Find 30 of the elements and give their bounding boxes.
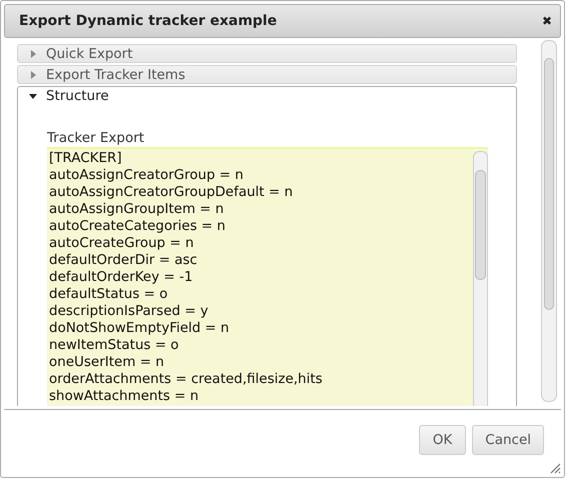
dialog-button[interactable]: Cancel — [472, 425, 544, 455]
text-line: doNotShowEmptyField = n — [49, 320, 230, 337]
text-line: oneUserItem = n — [49, 354, 166, 371]
text-line: orderAttachments = created,filesize,hits — [49, 371, 324, 388]
scrollbar[interactable] — [473, 151, 488, 406]
text-line: newItemStatus = o — [49, 337, 180, 354]
text-line: descriptionIsParsed = y — [49, 303, 210, 320]
accordion-header[interactable]: Export Tracker Items — [17, 65, 517, 84]
text-line: autoAssignCreatorGroupDefault = n — [49, 184, 294, 201]
close-button[interactable]: ✖ — [542, 14, 552, 28]
text-line: [TRACKER] — [49, 150, 123, 167]
text-line: autoCreateGroup = n — [49, 235, 195, 252]
dialog-title: Export Dynamic tracker example — [19, 13, 277, 29]
text-line: autoAssignGroupItem = n — [49, 201, 225, 218]
accordion-header[interactable]: Quick Export — [17, 44, 517, 63]
scrollbar[interactable] — [541, 40, 557, 402]
triangle-down-icon — [29, 94, 37, 98]
triangle-right-icon — [31, 70, 36, 78]
resize-grip-icon[interactable] — [550, 463, 561, 474]
dialog-button[interactable]: OK — [418, 425, 466, 455]
field-label: Tracker Export — [47, 130, 146, 147]
triangle-right-icon — [31, 50, 36, 58]
text-line: defaultOrderDir = asc — [49, 252, 198, 269]
accordion-header[interactable]: Structure — [18, 87, 516, 105]
text-line: autoAssignCreatorGroup = n — [49, 167, 244, 184]
text-line: defaultOrderKey = -1 — [49, 269, 194, 286]
text-line: autoCreateCategories = n — [49, 218, 226, 235]
text-line: defaultStatus = o — [49, 286, 169, 303]
text-line: showAttachments = n — [49, 388, 200, 405]
export-text-area[interactable] — [47, 147, 488, 406]
